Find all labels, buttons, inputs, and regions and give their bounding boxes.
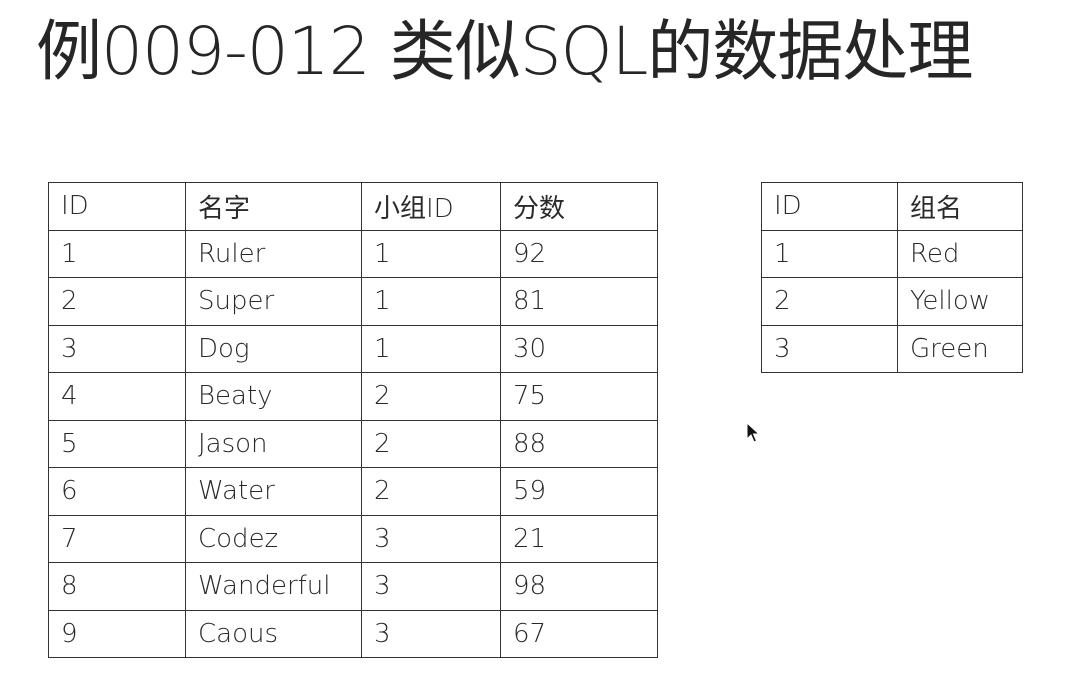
students-table-header-cell: ID [48, 182, 186, 231]
students-table-cell: 1 [361, 324, 501, 373]
students-table-header-cell: 分数 [500, 182, 658, 231]
students-table-cell: 2 [361, 467, 501, 516]
students-table-header-cell: 小组ID [361, 182, 501, 231]
slide-title: 例009-012 类似SQL的数据处理 [36, 13, 973, 90]
students-table-row: 2 Super 1 81 [48, 277, 658, 326]
students-table-cell: Caous [185, 609, 362, 658]
students-table-row: 1 Ruler 1 92 [48, 229, 658, 278]
groups-table-header-row: ID 组名 [761, 182, 1023, 231]
students-table-row: 8 Wanderful 3 98 [48, 562, 658, 611]
students-table-row: 9 Caous 3 67 [48, 609, 658, 658]
groups-table-cell: 2 [761, 277, 898, 326]
groups-table-row: 2 Yellow [761, 277, 1023, 326]
mouse-pointer-icon [746, 422, 760, 443]
students-table-cell: Dog [185, 324, 362, 373]
groups-table-cell: 1 [761, 229, 898, 278]
students-table-cell: 81 [500, 277, 658, 326]
students-table-cell: Jason [185, 419, 362, 468]
students-table-cell: 21 [500, 514, 658, 563]
students-table-cell: 30 [500, 324, 658, 373]
students-table-cell: 75 [500, 372, 658, 421]
students-table-cell: 1 [48, 229, 186, 278]
students-table-cell: Ruler [185, 229, 362, 278]
students-table-row: 4 Beaty 2 75 [48, 372, 658, 421]
students-table-cell: 98 [500, 562, 658, 611]
groups-table-header-cell: 组名 [897, 182, 1023, 231]
students-table-cell: 3 [361, 514, 501, 563]
students-table: ID 名字 小组ID 分数 1 Ruler 1 92 2 Super 1 81 3 Dog 1 30 4 Beat… [48, 182, 658, 658]
students-table-cell: 6 [48, 467, 186, 516]
students-table-cell: Beaty [185, 372, 362, 421]
students-table-cell: 88 [500, 419, 658, 468]
students-table-cell: 92 [500, 229, 658, 278]
students-table-cell: 2 [361, 419, 501, 468]
groups-table-header-cell: ID [761, 182, 898, 231]
students-table-cell: 3 [361, 609, 501, 658]
groups-table-cell: Yellow [897, 277, 1023, 326]
students-table-row: 3 Dog 1 30 [48, 324, 658, 373]
groups-table-cell: Red [897, 229, 1023, 278]
groups-table: ID 组名 1 Red 2 Yellow 3 Green [761, 182, 1023, 373]
students-table-cell: Water [185, 467, 362, 516]
students-table-cell: 3 [361, 562, 501, 611]
students-table-header-row: ID 名字 小组ID 分数 [48, 182, 658, 231]
students-table-cell: 4 [48, 372, 186, 421]
students-table-cell: 3 [48, 324, 186, 373]
students-table-cell: 5 [48, 419, 186, 468]
students-table-cell: 7 [48, 514, 186, 563]
students-table-cell: 1 [361, 277, 501, 326]
groups-table-cell: Green [897, 324, 1023, 373]
students-table-row: 6 Water 2 59 [48, 467, 658, 516]
students-table-cell: 9 [48, 609, 186, 658]
students-table-cell: 2 [48, 277, 186, 326]
groups-table-row: 3 Green [761, 324, 1023, 373]
students-table-header-cell: 名字 [185, 182, 362, 231]
students-table-cell: Wanderful [185, 562, 362, 611]
students-table-cell: 8 [48, 562, 186, 611]
students-table-cell: 2 [361, 372, 501, 421]
students-table-cell: Codez [185, 514, 362, 563]
students-table-row: 5 Jason 2 88 [48, 419, 658, 468]
students-table-cell: Super [185, 277, 362, 326]
students-table-cell: 1 [361, 229, 501, 278]
groups-table-row: 1 Red [761, 229, 1023, 278]
students-table-row: 7 Codez 3 21 [48, 514, 658, 563]
groups-table-cell: 3 [761, 324, 898, 373]
students-table-cell: 59 [500, 467, 658, 516]
students-table-cell: 67 [500, 609, 658, 658]
